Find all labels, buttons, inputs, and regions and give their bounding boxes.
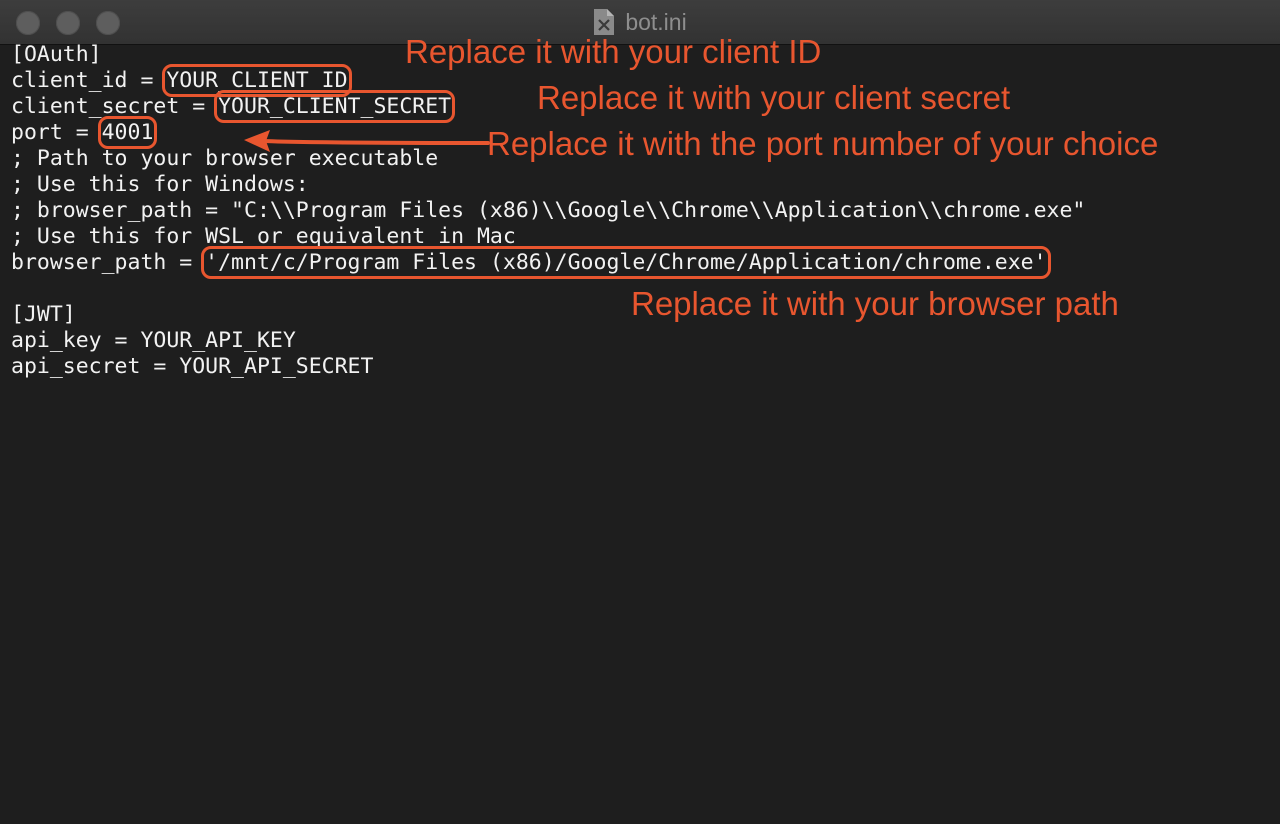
code-line-comment-windows-path: ; browser_path = "C:\\Program Files (x86… (11, 198, 1086, 223)
editor-window: bot.ini [OAuth] client_id = YOUR_CLIENT_… (0, 0, 1280, 824)
code-line-comment-windows: ; Use this for Windows: (11, 172, 309, 197)
code-line-client-secret: client_secret = YOUR_CLIENT_SECRET (11, 90, 456, 123)
document-icon (594, 9, 615, 35)
code-line-section-oauth: [OAuth] (11, 42, 102, 67)
client-id-value: YOUR_CLIENT_ID (162, 64, 352, 97)
window-title: bot.ini (625, 8, 687, 35)
code-line-comment-wsl: ; Use this for WSL or equivalent in Mac (11, 224, 516, 249)
client-secret-value: YOUR_CLIENT_SECRET (214, 90, 456, 123)
code-line-api-secret: api_secret = YOUR_API_SECRET (11, 354, 374, 379)
client-id-key: client_id = (11, 68, 167, 93)
annotation-browser-path: Replace it with your browser path (631, 285, 1119, 322)
arrow-left-icon (244, 130, 490, 152)
code-line-client-id: client_id = YOUR_CLIENT_ID (11, 64, 352, 97)
client-secret-key: client_secret = (11, 94, 219, 119)
annotation-client-secret: Replace it with your client secret (537, 79, 1011, 116)
port-value: 4001 (97, 116, 158, 149)
code-line-section-jwt: [JWT] (11, 302, 76, 327)
browser-path-key: browser_path = (11, 250, 206, 275)
code-line-browser-path: browser_path = '/mnt/c/Program Files (x8… (11, 246, 1051, 279)
code-line-api-key: api_key = YOUR_API_KEY (11, 328, 296, 353)
port-key: port = (11, 120, 102, 145)
annotation-port: Replace it with the port number of your … (487, 125, 1159, 162)
annotation-client-id: Replace it with your client ID (405, 33, 822, 70)
code-line-port: port = 4001 (11, 116, 158, 149)
browser-path-value: '/mnt/c/Program Files (x86)/Google/Chrom… (201, 246, 1051, 279)
